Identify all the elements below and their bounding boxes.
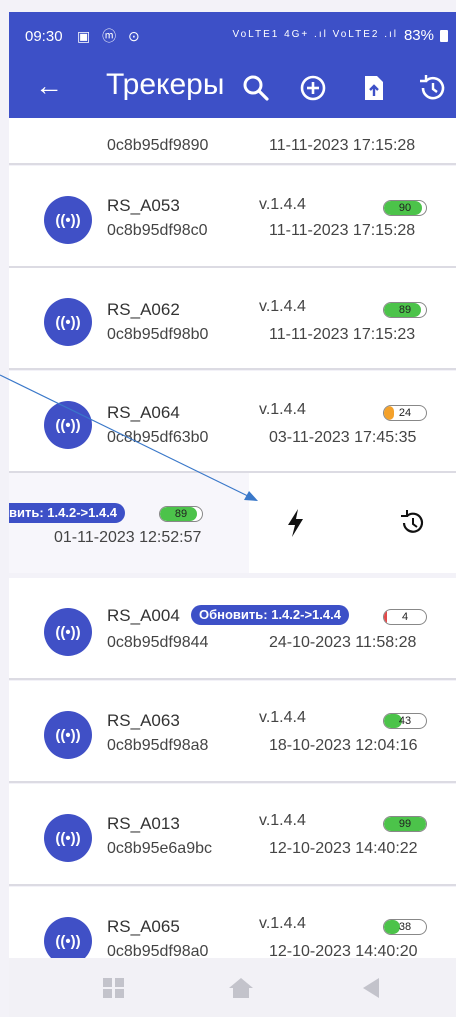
network-signal-icon: VoLTE1 4G+ .ıl VoLTE2 .ıl	[232, 29, 398, 40]
tracker-row[interactable]: ((•)) RS_A013 v.1.4.4 99 0c8b95e6a9bc 12…	[9, 784, 456, 886]
tracker-date: 24-10-2023 11:58:28	[269, 634, 417, 651]
tracker-date: 12-10-2023 14:40:20	[269, 943, 418, 958]
tracker-version: v.1.4.4	[259, 298, 306, 315]
tracker-version: v.1.4.4	[259, 915, 306, 932]
battery-value: 24	[398, 407, 412, 419]
tracker-row[interactable]: ((•)) RS_A053 v.1.4.4 90 0c8b95df98c0 11…	[9, 166, 456, 268]
battery-level-badge: 99	[383, 816, 427, 832]
tracker-name: RS_A064	[107, 403, 180, 422]
tracker-name: RS_A013	[107, 814, 180, 833]
tracker-name: RS_A053	[107, 196, 180, 215]
tracker-version: v.1.4.4	[259, 812, 306, 829]
tracker-avatar-icon: ((•))	[44, 401, 92, 449]
top-bar: 09:30 ▣ ⓜ ⊙ VoLTE1 4G+ .ıl VoLTE2 .ıl 83…	[9, 12, 456, 118]
tracker-list[interactable]: ((•)) 0c8b95df9890 11-11-2023 17:15:28 (…	[9, 118, 456, 958]
battery-level-badge: 24	[383, 405, 427, 421]
tracker-row[interactable]: ((•)) 0c8b95df9890 11-11-2023 17:15:28	[9, 118, 456, 165]
history-icon[interactable]	[394, 505, 430, 541]
app-bar: ← Трекеры	[9, 60, 456, 118]
battery-level-badge: 43	[383, 713, 427, 729]
tracker-avatar-icon: ((•))	[44, 711, 92, 759]
tracker-date: 18-10-2023 12:04:16	[269, 737, 418, 754]
tracker-row[interactable]: ((•)) RS_A065 v.1.4.4 38 0c8b95df98a0 12…	[9, 887, 456, 958]
tracker-version: v.1.4.4	[259, 709, 306, 726]
tracker-avatar-icon: ((•))	[44, 814, 92, 862]
history-icon[interactable]	[414, 70, 450, 106]
battery-value: 4	[401, 611, 409, 623]
status-notification-icons: ▣ ⓜ ⊙	[77, 28, 144, 44]
swiped-row-content: вить: 1.4.2->1.4.4 89 01-11-2023 12:52:5…	[9, 473, 249, 573]
battery-value: 89	[174, 508, 188, 520]
battery-level-badge: 38	[383, 919, 427, 935]
tracker-version: v.1.4.4	[259, 401, 306, 418]
lightning-icon[interactable]	[277, 505, 313, 541]
update-firmware-button[interactable]: вить: 1.4.2->1.4.4	[9, 503, 126, 523]
search-icon[interactable]	[238, 70, 274, 106]
battery-value: 89	[398, 304, 412, 316]
battery-value: 99	[398, 818, 412, 830]
screen: 09:30 ▣ ⓜ ⊙ VoLTE1 4G+ .ıl VoLTE2 .ıl 83…	[0, 0, 456, 1017]
tracker-version: v.1.4.4	[259, 196, 306, 213]
tracker-date: 03-11-2023 17:45:35	[269, 429, 417, 446]
battery-icon	[440, 30, 448, 42]
swiped-tracker-row[interactable]: вить: 1.4.2->1.4.4 89 01-11-2023 12:52:5…	[9, 473, 456, 573]
tracker-row[interactable]: ((•)) RS_A063 v.1.4.4 43 0c8b95df98a8 18…	[9, 681, 456, 783]
tracker-name: RS_A063	[107, 711, 180, 730]
status-time: 09:30	[25, 28, 63, 45]
tracker-row[interactable]: ((•)) RS_A062 v.1.4.4 89 0c8b95df98b0 11…	[9, 268, 456, 370]
battery-level-badge: 89	[383, 302, 427, 318]
battery-level-badge: 89	[159, 506, 203, 522]
tracker-date: 12-10-2023 14:40:22	[269, 840, 418, 857]
add-circle-icon[interactable]	[295, 70, 331, 106]
tracker-id: 0c8b95df98a0	[107, 943, 209, 958]
tracker-name: RS_A065	[107, 917, 180, 936]
tracker-id: 0c8b95df9890	[107, 137, 209, 154]
recents-icon[interactable]	[101, 976, 129, 1000]
tracker-name: RS_A004	[107, 606, 180, 625]
tracker-row[interactable]: ((•)) RS_A004 Обновить: 1.4.2->1.4.4 4 0…	[9, 578, 456, 680]
tracker-id: 0c8b95e6a9bc	[107, 840, 212, 857]
tracker-avatar-icon: ((•))	[44, 196, 92, 244]
tracker-avatar-icon: ((•))	[44, 917, 92, 958]
upload-file-icon[interactable]	[355, 70, 391, 106]
page-title: Трекеры	[106, 68, 225, 101]
tracker-date: 11-11-2023 17:15:28	[269, 222, 416, 239]
battery-value: 38	[398, 921, 412, 933]
tracker-date: 01-11-2023 12:52:57	[54, 529, 202, 546]
home-icon[interactable]	[227, 976, 255, 1000]
tracker-id: 0c8b95df98a8	[107, 737, 209, 754]
tracker-row[interactable]: ((•)) RS_A064 v.1.4.4 24 0c8b95df63b0 03…	[9, 371, 456, 473]
tracker-name: RS_A062	[107, 300, 180, 319]
tracker-date: 11-11-2023 17:15:28	[269, 137, 416, 154]
back-arrow-icon[interactable]: ←	[35, 70, 63, 102]
update-firmware-button[interactable]: Обновить: 1.4.2->1.4.4	[191, 605, 349, 625]
battery-level-badge: 4	[383, 609, 427, 625]
system-nav-bar	[9, 958, 456, 1017]
tracker-avatar-icon: ((•))	[44, 608, 92, 656]
tracker-date: 11-11-2023 17:15:23	[269, 326, 416, 343]
status-bar: 09:30 ▣ ⓜ ⊙ VoLTE1 4G+ .ıl VoLTE2 .ıl 83…	[9, 12, 456, 60]
battery-level-badge: 90	[383, 200, 427, 216]
battery-percent: 83%	[403, 27, 434, 44]
tracker-id: 0c8b95df98c0	[107, 222, 208, 239]
battery-value: 90	[398, 202, 412, 214]
back-triangle-icon[interactable]	[359, 976, 387, 1000]
battery-value: 43	[398, 715, 412, 727]
tracker-id: 0c8b95df63b0	[107, 429, 209, 446]
tracker-avatar-icon: ((•))	[44, 298, 92, 346]
tracker-id: 0c8b95df9844	[107, 634, 209, 651]
tracker-id: 0c8b95df98b0	[107, 326, 209, 343]
